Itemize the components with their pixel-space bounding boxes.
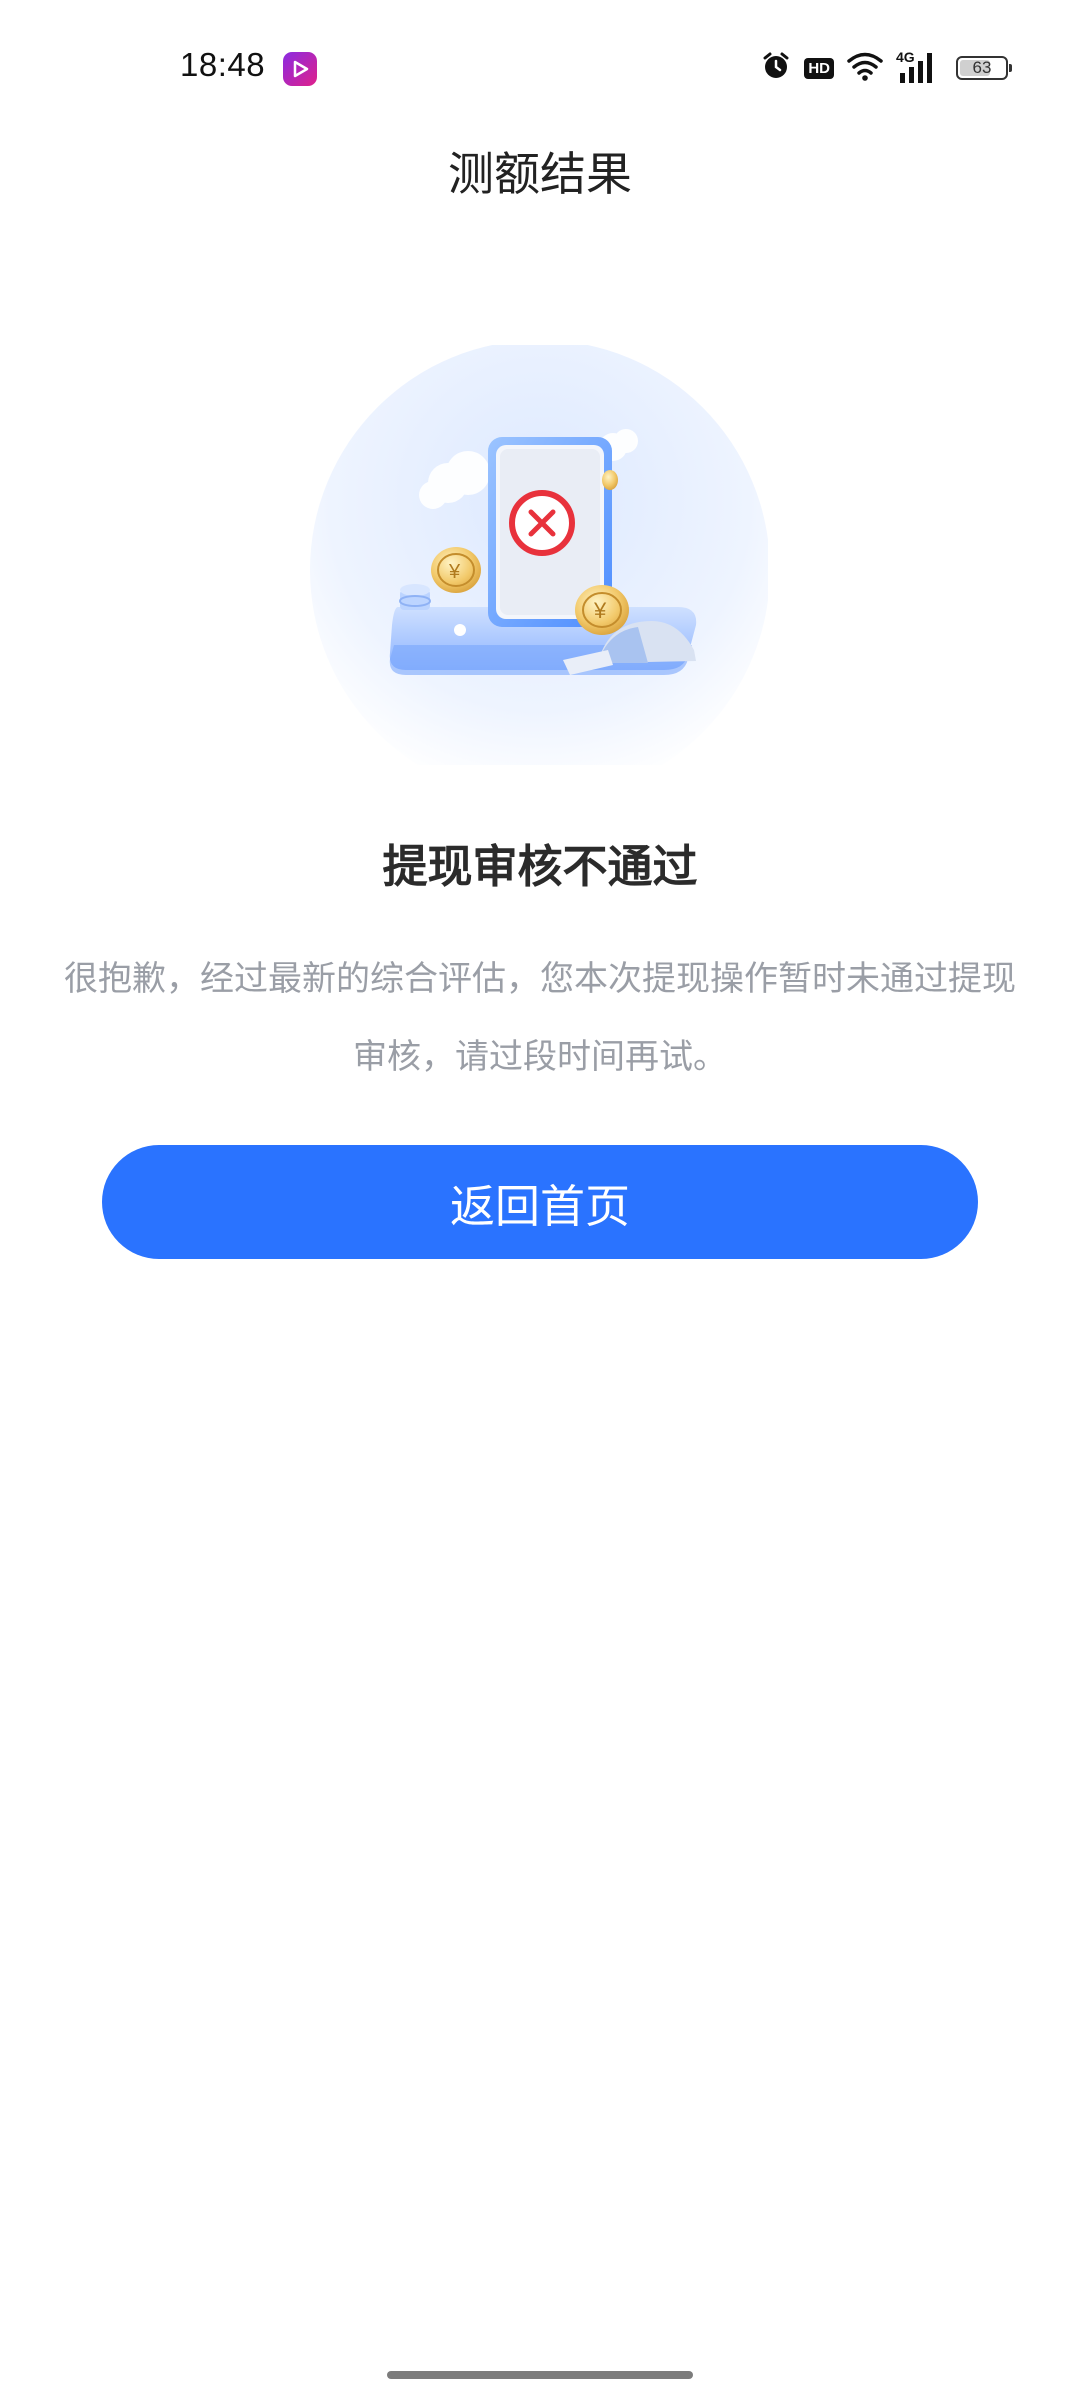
page-title: 测额结果	[448, 147, 632, 201]
battery-level: 63	[972, 58, 992, 77]
status-bar: 18:48 HD 4G 63	[0, 0, 1080, 140]
result-description: 很抱歉，经过最新的综合评估，您本次提现操作暂时未通过提现审核，请过段时间再试。	[64, 959, 1016, 1077]
hd-icon: HD	[804, 57, 834, 79]
alarm-icon	[760, 50, 792, 86]
return-home-button[interactable]: 返回首页	[102, 1145, 978, 1259]
home-indicator[interactable]	[387, 2371, 693, 2379]
battery-icon: 63	[956, 56, 1012, 80]
status-time: 18:48	[180, 46, 266, 83]
signal-icon: 4G	[896, 49, 938, 85]
status-icons: HD 4G 63	[760, 49, 1012, 86]
svg-text:¥: ¥	[448, 561, 461, 583]
video-app-icon	[283, 52, 317, 86]
wifi-icon	[846, 51, 884, 85]
svg-text:¥: ¥	[593, 598, 607, 623]
result-title: 提现审核不通过	[382, 840, 698, 893]
rejected-withdrawal-illustration: ¥ ¥	[308, 340, 770, 800]
